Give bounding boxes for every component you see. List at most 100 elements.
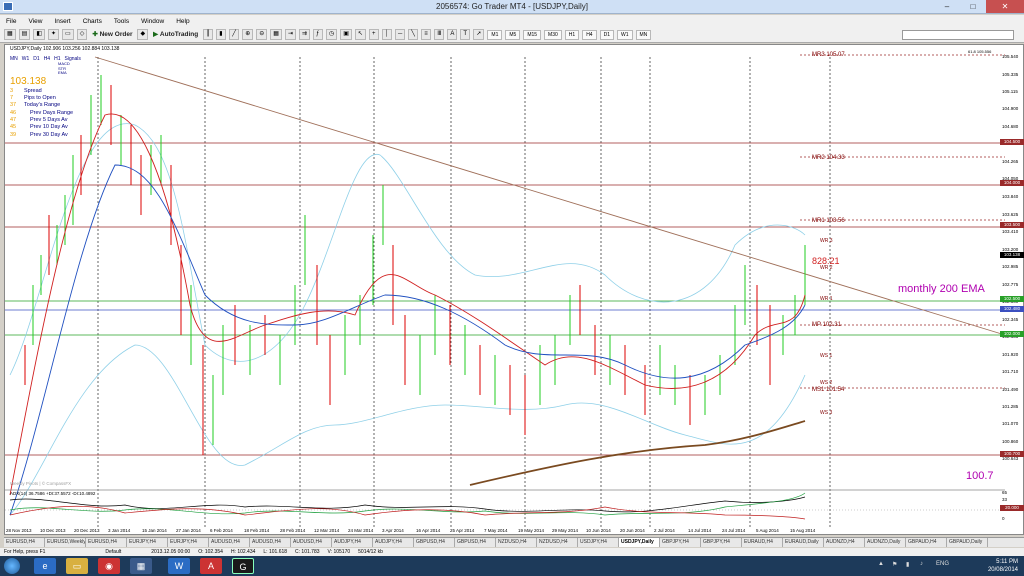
timeframe-h4[interactable]: H4 bbox=[582, 29, 597, 40]
chart-tab[interactable]: USDJPY,H4 bbox=[578, 538, 619, 547]
fibonacci-icon[interactable]: Ⅲ bbox=[434, 29, 445, 40]
chrome-icon[interactable]: ◉ bbox=[98, 558, 120, 574]
price-tick: 100.860 bbox=[1002, 439, 1019, 444]
trendline-icon[interactable]: ╲ bbox=[408, 29, 419, 40]
price-axis[interactable] bbox=[1000, 44, 1024, 535]
minimize-button[interactable]: – bbox=[934, 0, 960, 13]
timeframe-w1[interactable]: W1 bbox=[617, 29, 633, 40]
chart-tab[interactable]: EURUSD,H4 bbox=[4, 538, 45, 547]
menu-help[interactable]: Help bbox=[176, 18, 189, 25]
chart-tab[interactable]: AUDNZD,Daily bbox=[865, 538, 906, 547]
timeframe-mn[interactable]: MN bbox=[635, 29, 652, 40]
chart-tab[interactable]: EURJPY,H4 bbox=[168, 538, 209, 547]
chart-tab[interactable]: EURUSD,Weekly bbox=[45, 538, 86, 547]
candlestick-icon[interactable]: ▮ bbox=[216, 29, 227, 40]
arrow-tool-icon[interactable]: ➚ bbox=[473, 29, 485, 40]
profiles-icon[interactable]: ▤ bbox=[18, 29, 31, 40]
chart-tab[interactable]: GBPAUD,Daily bbox=[947, 538, 988, 547]
chart-tab[interactable]: GBPUSD,H4 bbox=[455, 538, 496, 547]
word-icon[interactable]: W bbox=[168, 558, 190, 574]
chart-tab[interactable]: EURAUD,H4 bbox=[742, 538, 783, 547]
menu-insert[interactable]: Insert bbox=[54, 18, 70, 25]
tray-arrow-icon[interactable]: ▲ bbox=[878, 561, 884, 567]
menu-view[interactable]: View bbox=[28, 18, 42, 25]
indicators-icon[interactable]: ƒ bbox=[313, 29, 323, 40]
templates-icon[interactable]: ▣ bbox=[340, 29, 352, 40]
tray-network-icon[interactable]: ▮ bbox=[906, 561, 909, 568]
chart-tab[interactable]: AUDNZD,H4 bbox=[824, 538, 865, 547]
chart-shift-icon[interactable]: ⇥ bbox=[284, 29, 296, 40]
ie-icon[interactable]: e bbox=[34, 558, 56, 574]
menu-file[interactable]: File bbox=[6, 18, 16, 25]
chart-tab[interactable]: NZDUSD,H4 bbox=[537, 538, 578, 547]
chart-tab[interactable]: NZDUSD,H4 bbox=[496, 538, 537, 547]
app-icon[interactable]: ▦ bbox=[130, 558, 152, 574]
start-button[interactable] bbox=[4, 558, 20, 574]
chart-tab[interactable]: GBPAUD,H4 bbox=[906, 538, 947, 547]
adobe-icon[interactable]: A bbox=[200, 558, 222, 574]
tester-icon[interactable]: ◇ bbox=[76, 29, 88, 40]
horizontal-line-icon[interactable]: ─ bbox=[394, 29, 406, 40]
timeframe-h1[interactable]: H1 bbox=[564, 29, 580, 40]
chart-tab[interactable]: AUDJPY,H4 bbox=[373, 538, 414, 547]
metatrader-icon[interactable]: G bbox=[232, 558, 254, 574]
timeframe-m1[interactable]: M1 bbox=[487, 29, 503, 40]
menu-window[interactable]: Window bbox=[141, 18, 164, 25]
signal-names: MACD STR EMA bbox=[10, 61, 100, 76]
chart-tab[interactable]: AUDUSD,H4 bbox=[209, 538, 250, 547]
new-chart-icon[interactable]: ▦ bbox=[4, 29, 16, 40]
navigator-icon[interactable]: ✦ bbox=[48, 29, 60, 40]
autotrading-button[interactable]: ▶ AutoTrading bbox=[151, 29, 200, 40]
timeframe-m30[interactable]: M30 bbox=[544, 29, 562, 40]
price-chart[interactable] bbox=[5, 45, 1024, 536]
price-tag-current: 103.138 bbox=[1000, 252, 1024, 258]
chart-tab-active[interactable]: USDJPY,Daily bbox=[619, 538, 660, 547]
new-order-button[interactable]: ✚ New Order bbox=[90, 29, 134, 40]
bar-chart-icon[interactable]: ┃ bbox=[203, 29, 214, 40]
terminal-icon[interactable]: ▭ bbox=[62, 29, 74, 40]
chart-tab[interactable]: AUDUSD,H4 bbox=[250, 538, 291, 547]
chart-tab[interactable]: AUDJPY,H4 bbox=[332, 538, 373, 547]
text-tool-icon[interactable]: A bbox=[447, 29, 458, 40]
candle-timer: 828:21 bbox=[812, 256, 840, 266]
metaeditor-icon[interactable]: ◆ bbox=[137, 29, 149, 40]
timeframe-d1[interactable]: D1 bbox=[599, 29, 614, 40]
chart-tab[interactable]: EURUSD,H4 bbox=[86, 538, 127, 547]
status-profile[interactable]: Default bbox=[105, 549, 121, 555]
crosshair-icon[interactable]: + bbox=[368, 29, 379, 40]
cursor-icon[interactable]: ↖ bbox=[354, 29, 366, 40]
label-tool-icon[interactable]: T bbox=[460, 29, 471, 40]
tile-windows-icon[interactable]: ▦ bbox=[270, 29, 282, 40]
zoom-in-icon[interactable]: ⊕ bbox=[242, 29, 254, 40]
tray-lang[interactable]: ENG bbox=[936, 561, 949, 567]
line-chart-icon[interactable]: ╱ bbox=[229, 29, 240, 40]
chart-tab[interactable]: GBPJPY,H4 bbox=[660, 538, 701, 547]
tray-flag-icon[interactable]: ⚑ bbox=[892, 561, 897, 568]
zoom-out-icon[interactable]: ⊖ bbox=[256, 29, 268, 40]
menu-tools[interactable]: Tools bbox=[114, 18, 129, 25]
ws1-label: WS 1 bbox=[820, 353, 833, 359]
tray-volume-icon[interactable]: ♪ bbox=[920, 561, 923, 567]
status-bar: For Help, press F1 Default 2013.12.05 00… bbox=[0, 548, 1024, 556]
timeframe-m15[interactable]: M15 bbox=[523, 29, 542, 40]
auto-scroll-icon[interactable]: ⇉ bbox=[298, 29, 310, 40]
tray-clock[interactable]: 5:11 PM 20/08/2014 bbox=[988, 558, 1018, 574]
chart-tab[interactable]: EURAUD,Daily bbox=[783, 538, 824, 547]
timeframe-m5[interactable]: M5 bbox=[505, 29, 521, 40]
vertical-line-icon[interactable]: │ bbox=[381, 29, 392, 40]
file-explorer-icon[interactable]: ▭ bbox=[66, 558, 88, 574]
chart-tab[interactable]: GBPJPY,H4 bbox=[701, 538, 742, 547]
adx-tick: 33 bbox=[1002, 497, 1008, 502]
chart-tab[interactable]: AUDUSD,H4 bbox=[291, 538, 332, 547]
chart-tab[interactable]: GBPUSD,H4 bbox=[414, 538, 455, 547]
search-input[interactable] bbox=[902, 30, 1014, 40]
adx-tick: 0 bbox=[1002, 516, 1005, 521]
maximize-button[interactable]: □ bbox=[960, 0, 986, 13]
close-button[interactable]: ✕ bbox=[986, 0, 1024, 13]
market-watch-icon[interactable]: ◧ bbox=[33, 29, 46, 40]
equidistant-channel-icon[interactable]: ≡ bbox=[421, 29, 432, 40]
periods-icon[interactable]: ◷ bbox=[326, 29, 338, 40]
chart-window[interactable] bbox=[4, 44, 1024, 535]
menu-charts[interactable]: Charts bbox=[83, 18, 102, 25]
chart-tab[interactable]: EURJPY,H4 bbox=[127, 538, 168, 547]
